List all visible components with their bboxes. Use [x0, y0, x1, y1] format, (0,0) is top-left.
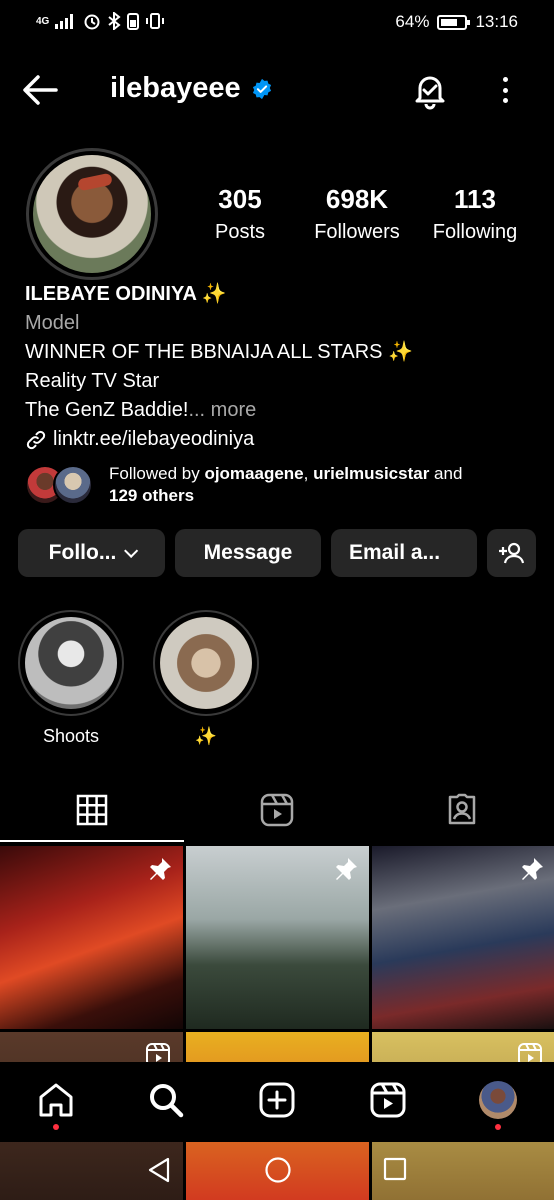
followers-label: Followers [314, 221, 400, 243]
profile-header: ilebayeee [0, 60, 554, 120]
tagged-icon [448, 793, 476, 825]
vibrate-icon [146, 13, 165, 29]
more-options-icon[interactable] [495, 72, 515, 108]
mutual-avatar [53, 465, 93, 505]
highlight-label: Shoots [42, 726, 100, 746]
followed-by-row[interactable]: Followed by ojomaagene, urielmusicstar a… [25, 463, 462, 507]
following-label: Following [432, 221, 518, 243]
notification-dot [495, 1124, 501, 1130]
battery-icon [437, 14, 471, 30]
notification-bell-icon[interactable] [410, 70, 450, 110]
message-button[interactable]: Message [175, 529, 321, 577]
followers-count: 698K [325, 184, 389, 214]
system-recents-icon[interactable] [383, 1157, 407, 1181]
message-button-label: Message [203, 541, 293, 564]
username-text: ilebayeee [110, 72, 241, 104]
verified-badge-icon [252, 78, 271, 99]
grid-icon [76, 794, 108, 826]
link-icon [26, 430, 46, 449]
pin-icon [336, 858, 357, 880]
bottom-navigation [0, 1062, 554, 1142]
bio-more-link[interactable]: ... more [188, 399, 256, 421]
reels-icon [260, 793, 294, 827]
highlight-sparkles[interactable]: ✨ [153, 610, 259, 747]
create-post-icon [259, 1082, 295, 1118]
bio-line-1: WINNER OF THE BBNAIJA ALL STARS ✨ [25, 341, 413, 363]
add-person-icon [498, 542, 524, 564]
tab-reels[interactable] [185, 778, 369, 842]
posts-label: Posts [214, 221, 266, 243]
own-avatar [479, 1081, 517, 1119]
system-back-icon[interactable] [146, 1156, 172, 1184]
following-button-label: Follo... [48, 541, 117, 564]
battery-percent: 64% [395, 12, 430, 31]
highlight-shoots[interactable]: Shoots [18, 610, 124, 747]
profile-photo [33, 155, 151, 273]
mutual-user-1[interactable]: ojomaagene [204, 464, 303, 483]
reels-icon [370, 1082, 406, 1118]
system-home-icon[interactable] [264, 1156, 292, 1184]
posts-count: 305 [218, 184, 262, 214]
highlight-cover [153, 610, 259, 716]
bio-line-3-row: The GenZ Baddie!... more [25, 396, 413, 425]
system-navigation-bar [0, 1142, 554, 1200]
bio-link[interactable]: linktr.ee/ilebayeodiniya [25, 425, 413, 454]
back-arrow-icon[interactable] [20, 72, 64, 108]
clock: 13:16 [475, 12, 518, 31]
highlight-label: ✨ [194, 726, 218, 746]
highlight-cover [18, 610, 124, 716]
following-count: 113 [454, 184, 496, 214]
suggest-people-button[interactable] [487, 529, 536, 577]
profile-avatar[interactable] [26, 148, 158, 280]
nav-profile[interactable] [478, 1080, 518, 1130]
active-tab-indicator [0, 840, 184, 842]
post-thumbnail[interactable] [186, 846, 369, 1029]
category-label: Model [25, 312, 80, 334]
battery-saver-icon [127, 13, 140, 30]
status-bar: 4G 64% 13:16 [0, 0, 554, 48]
pin-icon [150, 858, 171, 880]
nav-search[interactable] [146, 1080, 186, 1120]
pin-icon [522, 858, 543, 880]
nav-home[interactable] [36, 1080, 76, 1130]
profile-bio: ILEBAYE ODINIYA ✨ Model WINNER OF THE BB… [25, 280, 413, 454]
bio-link-text: linktr.ee/ilebayeodiniya [53, 428, 255, 450]
search-icon [150, 1084, 184, 1118]
nav-create[interactable] [257, 1080, 297, 1120]
display-name: ILEBAYE ODINIYA ✨ [25, 283, 227, 305]
signal-icon [55, 14, 74, 29]
content-tabs [0, 778, 554, 842]
post-thumbnail[interactable] [372, 846, 554, 1029]
tab-tagged[interactable] [370, 778, 554, 842]
stat-followers[interactable]: 698K Followers [305, 184, 409, 244]
tab-grid[interactable] [0, 778, 184, 842]
mutual-avatars [25, 463, 95, 507]
chevron-down-icon [124, 543, 139, 558]
highlight-image [25, 617, 117, 709]
network-type: 4G [36, 15, 50, 27]
email-button-label: Email a... [349, 541, 441, 564]
bio-line-3: The GenZ Baddie! [25, 399, 189, 421]
bluetooth-icon [108, 12, 121, 30]
followed-by-text: Followed by ojomaagene, urielmusicstar a… [109, 464, 463, 505]
mutual-others[interactable]: 129 others [109, 486, 194, 505]
status-icons-left: 4G [36, 12, 165, 30]
profile-username: ilebayeee [110, 72, 273, 105]
alarm-icon [84, 14, 100, 30]
notification-dot [53, 1124, 59, 1130]
email-button[interactable]: Email a... [331, 529, 477, 577]
stat-following[interactable]: 113 Following [425, 184, 525, 244]
status-icons-right: 64% 13:16 [395, 12, 518, 32]
stat-posts[interactable]: 305 Posts [200, 184, 280, 244]
nav-reels[interactable] [368, 1080, 408, 1120]
bio-line-2: Reality TV Star [25, 370, 160, 392]
following-button[interactable]: Follo... [18, 529, 165, 577]
mutual-user-2[interactable]: urielmusicstar [313, 464, 429, 483]
highlight-image [160, 617, 252, 709]
post-thumbnail[interactable] [0, 846, 183, 1029]
home-icon [39, 1083, 73, 1117]
